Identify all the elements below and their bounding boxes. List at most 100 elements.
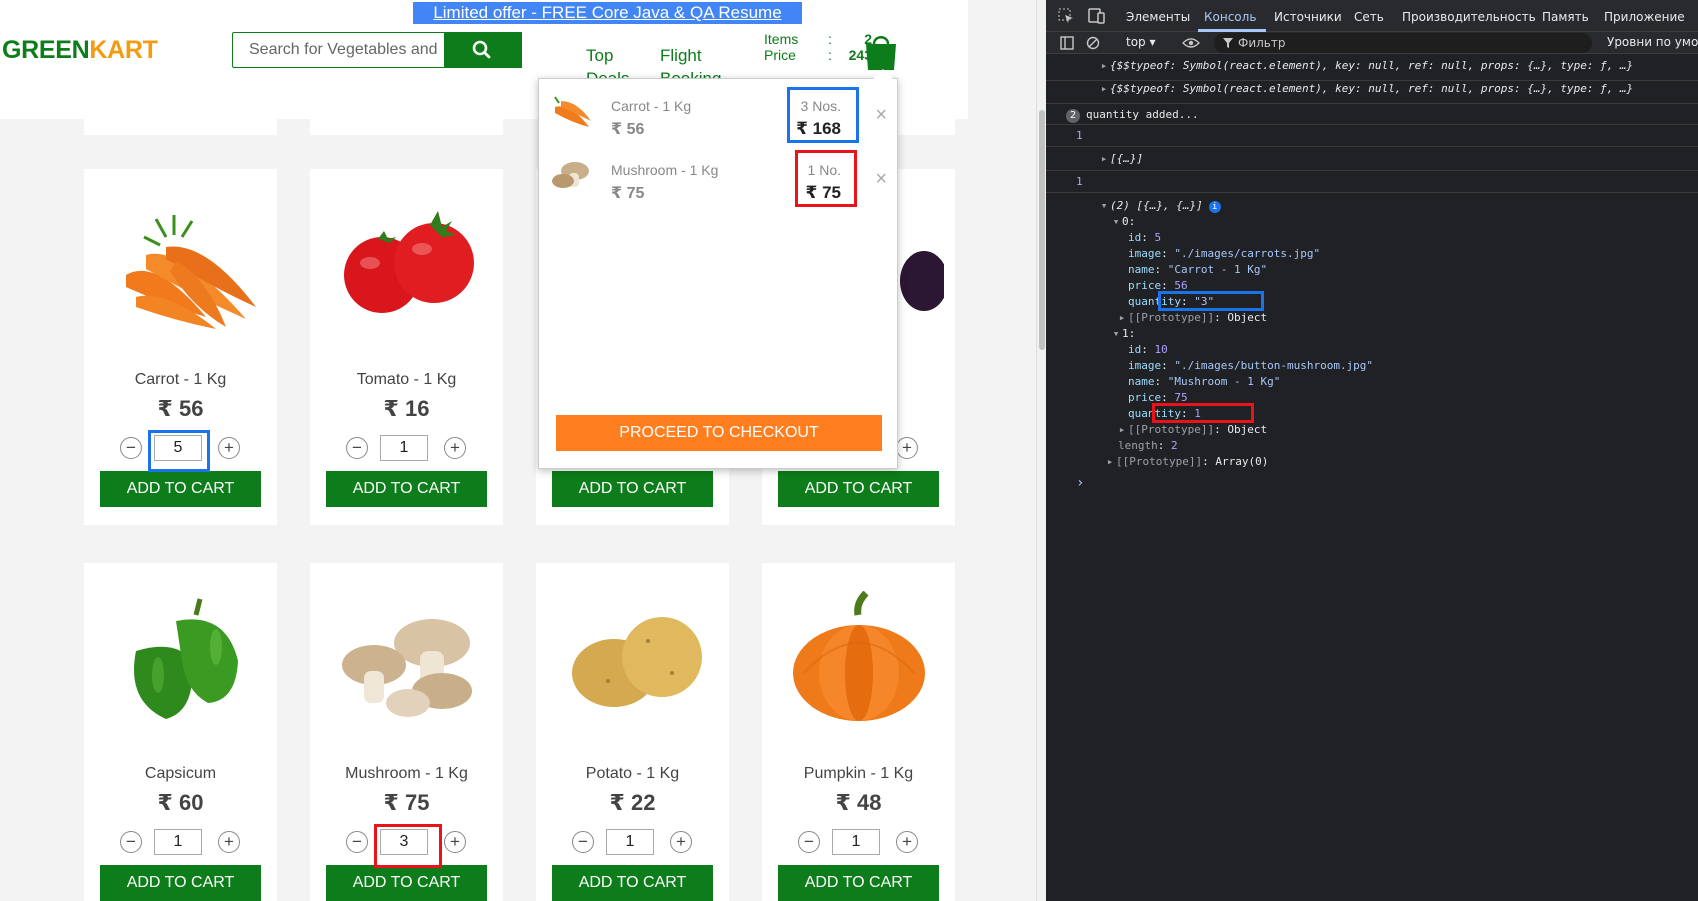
product-image-tomato [310, 187, 503, 347]
cart-summary: Items:2 Price:243 [764, 31, 872, 63]
page-scrollbar-thumb[interactable] [1039, 110, 1045, 350]
tab-application[interactable]: Приложение [1604, 10, 1685, 24]
greenkart-logo[interactable]: GREENKART [2, 36, 158, 65]
cart-item-quantity: 1 No. [807, 162, 841, 178]
product-image-pumpkin [762, 581, 955, 741]
add-to-cart-button[interactable]: ADD TO CART [326, 471, 487, 507]
console-line[interactable]: ▾ (2) [{…}, {…}] i [1046, 199, 1698, 213]
tab-performance[interactable]: Производительность [1402, 10, 1536, 24]
console-line: 1 [1046, 126, 1698, 147]
add-to-cart-button[interactable]: ADD TO CART [100, 471, 261, 507]
quantity-input[interactable] [832, 829, 880, 855]
console-text: 5 [1154, 231, 1162, 244]
expand-triangle-icon[interactable]: ▸ [1104, 455, 1116, 468]
device-toggle-icon[interactable] [1088, 8, 1106, 24]
tab-network[interactable]: Сеть [1354, 10, 1384, 24]
collapse-triangle-icon[interactable]: ▾ [1110, 215, 1122, 228]
console-text: 1: [1122, 327, 1136, 340]
quantity-input[interactable] [154, 435, 202, 461]
log-levels-dropdown[interactable]: Уровни по умол [1607, 35, 1698, 49]
info-icon[interactable]: i [1208, 201, 1221, 213]
page-scrollbar[interactable] [1036, 0, 1046, 901]
cart-item-image-mushroom [549, 157, 593, 195]
decrement-button[interactable]: − [120, 437, 142, 459]
decrement-button[interactable]: − [798, 831, 820, 853]
decrement-button[interactable]: − [572, 831, 594, 853]
console-line[interactable]: ▸ [[Prototype]]: Array(0) [1046, 455, 1698, 468]
console-text: quantity added... [1086, 108, 1199, 121]
tab-elements[interactable]: Элементы [1126, 10, 1190, 24]
add-to-cart-button[interactable]: ADD TO CART [100, 865, 261, 901]
increment-button[interactable]: + [218, 437, 240, 459]
console-line[interactable]: ▸ {$$typeof: Symbol(react.element), key: … [1046, 82, 1698, 104]
clear-console-icon[interactable] [1086, 36, 1100, 50]
increment-button[interactable]: + [218, 831, 240, 853]
product-price: ₹ 16 [383, 396, 430, 421]
cart-item-price: ₹ 75 [611, 185, 645, 202]
search-button[interactable] [444, 32, 522, 68]
expand-triangle-icon[interactable]: ▸ [1098, 59, 1110, 72]
sidebar-toggle-icon[interactable] [1060, 36, 1074, 50]
add-to-cart-button[interactable]: ADD TO CART [326, 865, 487, 901]
add-to-cart-button[interactable]: ADD TO CART [778, 865, 939, 901]
product-image-capsicum [84, 581, 277, 741]
collapse-triangle-icon[interactable]: ▾ [1098, 199, 1110, 212]
cart-item-name: Carrot - 1 Kg [611, 98, 692, 114]
quantity-input[interactable] [154, 829, 202, 855]
console-line[interactable]: ▸ [{…}] [1046, 148, 1698, 171]
console-line[interactable]: ▸ [[Prototype]]: Object [1046, 311, 1698, 324]
tab-sources[interactable]: Источники [1274, 10, 1342, 24]
console-line: quantity: 1 [1128, 407, 1201, 420]
expand-triangle-icon[interactable]: ▸ [1098, 82, 1110, 95]
increment-button[interactable]: + [444, 437, 466, 459]
decrement-button[interactable]: − [346, 437, 368, 459]
add-to-cart-button[interactable]: ADD TO CART [552, 865, 713, 901]
collapse-triangle-icon[interactable]: ▾ [1110, 327, 1122, 340]
console-line[interactable]: ▸ {$$typeof: Symbol(react.element), key: … [1046, 59, 1698, 81]
quantity-input[interactable] [380, 829, 428, 855]
increment-button[interactable]: + [896, 831, 918, 853]
cart-preview: Carrot - 1 Kg ₹ 56 3 Nos. ₹ 168 × Mushro… [538, 69, 899, 469]
expand-triangle-icon[interactable]: ▸ [1116, 423, 1128, 436]
console-text: 75 [1174, 391, 1188, 404]
increment-button[interactable]: + [896, 437, 918, 459]
quantity-input[interactable] [380, 435, 428, 461]
search-input[interactable] [233, 33, 443, 67]
console-line[interactable]: ▾ 1: [1046, 327, 1698, 340]
console-line: name: "Carrot - 1 Kg" [1128, 263, 1268, 276]
cart-item-name: Mushroom - 1 Kg [611, 162, 719, 178]
context-selector[interactable]: top ▾ [1126, 35, 1156, 49]
console-line[interactable]: ▾ 0: [1046, 215, 1698, 228]
tab-console[interactable]: Консоль [1204, 10, 1256, 24]
repeat-count-badge: 2 [1066, 109, 1080, 123]
remove-item-icon[interactable]: × [875, 105, 887, 125]
proceed-to-checkout-button[interactable]: PROCEED TO CHECKOUT [556, 415, 882, 451]
remove-item-icon[interactable]: × [875, 169, 887, 189]
tab-memory[interactable]: Память [1542, 10, 1589, 24]
product-name: Potato - 1 Kg [585, 765, 680, 782]
cart-item: Mushroom - 1 Kg ₹ 75 1 No. ₹ 75 × [539, 147, 899, 207]
expand-triangle-icon[interactable]: ▸ [1116, 311, 1128, 324]
add-to-cart-button[interactable]: ADD TO CART [778, 471, 939, 507]
cart-icon[interactable] [863, 32, 899, 70]
search-icon [472, 40, 491, 59]
nav-top-deals-line1: Top [586, 46, 614, 65]
console-text: 1 [1076, 129, 1083, 142]
decrement-button[interactable]: − [120, 831, 142, 853]
offer-banner-link[interactable]: Limited offer - FREE Core Java & QA Resu… [413, 2, 802, 44]
add-to-cart-button[interactable]: ADD TO CART [552, 471, 713, 507]
product-card-potato: Potato - 1 Kg ₹ 22 − + ADD TO CART [536, 563, 729, 901]
product-price: ₹ 22 [609, 790, 656, 815]
live-expression-eye-icon[interactable] [1182, 37, 1200, 49]
shop-page: GREENKART TopDeals FlightBooking Items:2… [0, 0, 1036, 901]
console-line[interactable]: ▸ [[Prototype]]: Object [1046, 423, 1698, 436]
expand-triangle-icon[interactable]: ▸ [1098, 152, 1110, 165]
console-text: "Carrot - 1 Kg" [1167, 263, 1268, 276]
increment-button[interactable]: + [670, 831, 692, 853]
console-filter-field[interactable]: Фильтр [1214, 33, 1592, 53]
console-prompt[interactable]: › [1046, 475, 1698, 491]
decrement-button[interactable]: − [346, 831, 368, 853]
quantity-input[interactable] [606, 829, 654, 855]
increment-button[interactable]: + [444, 831, 466, 853]
inspect-element-icon[interactable] [1058, 8, 1074, 24]
